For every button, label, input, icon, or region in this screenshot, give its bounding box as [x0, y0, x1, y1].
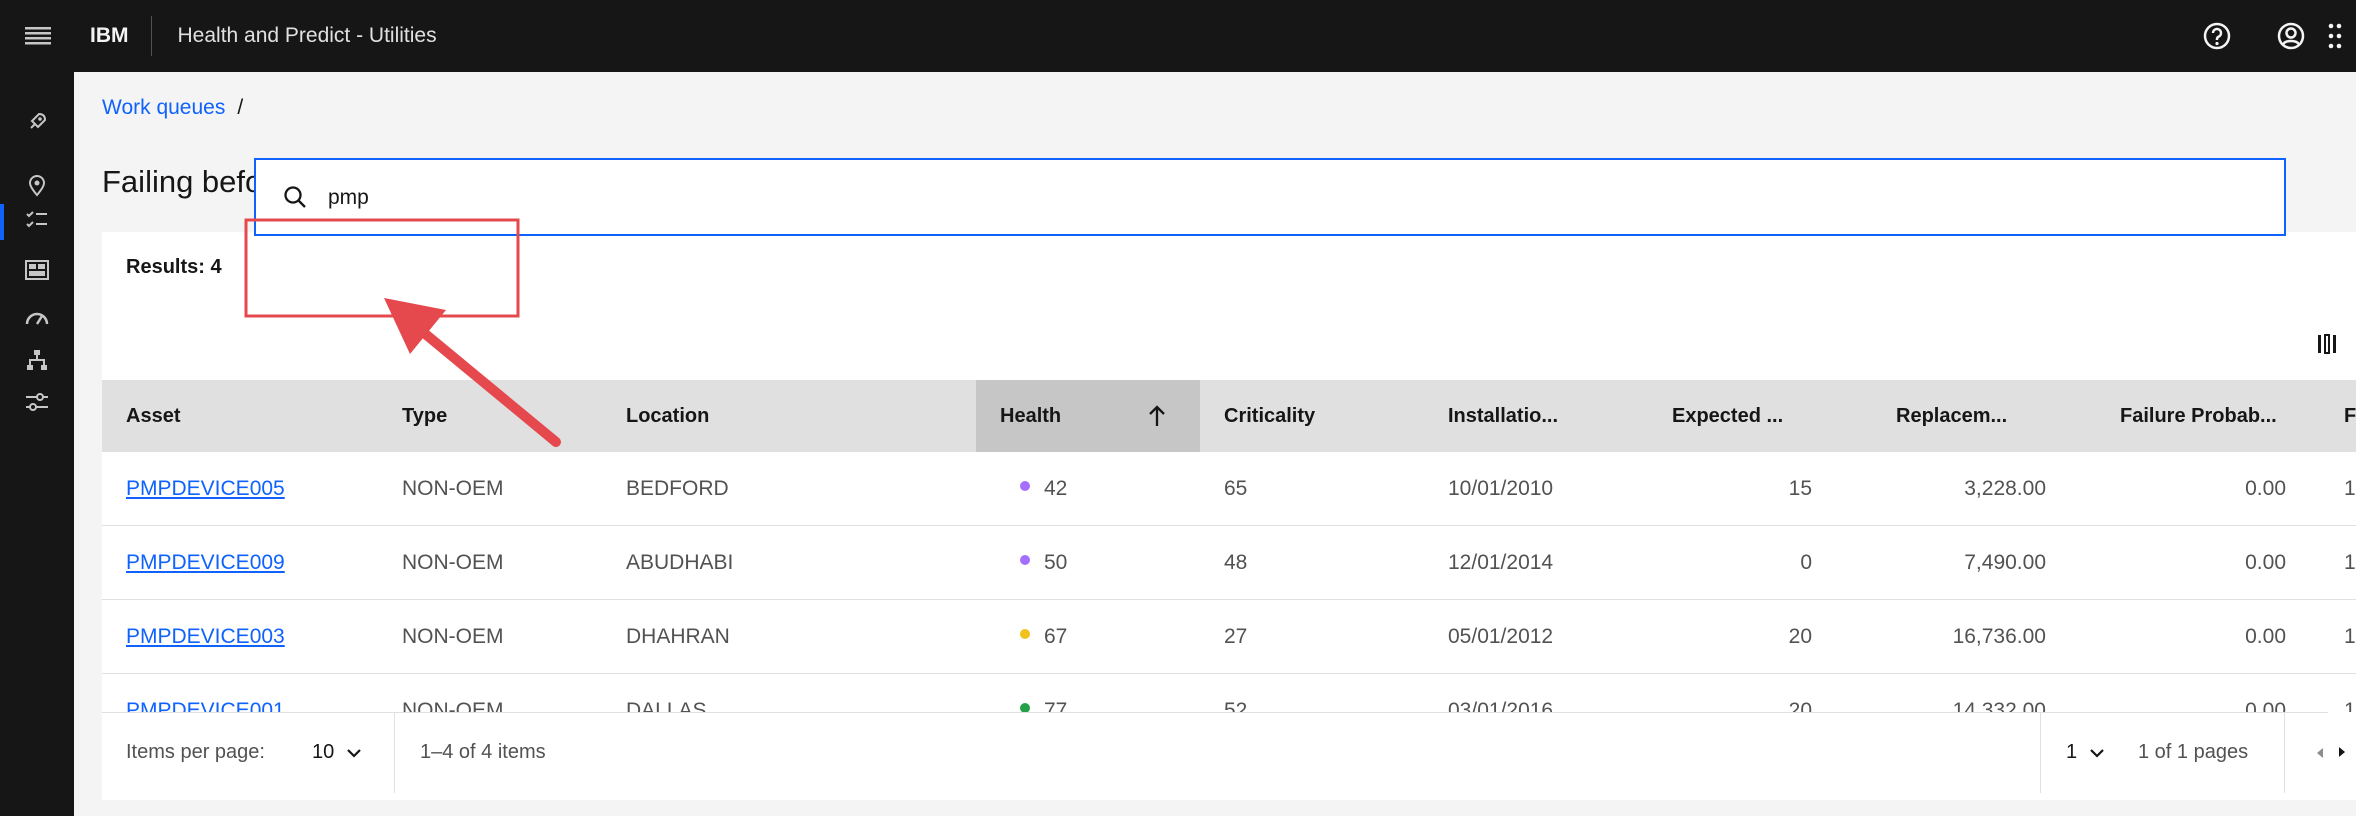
help-icon[interactable] — [2180, 0, 2254, 72]
health-status-dot — [1020, 555, 1030, 565]
health-status-dot — [1020, 481, 1030, 491]
chevron-down-icon — [2090, 748, 2104, 758]
replacement-cell: 7,490.00 — [1964, 551, 2046, 574]
pagination: Items per page: 10 1–4 of 4 items 1 1 of… — [102, 712, 2356, 793]
failure-probability-cell: 0.00 — [2245, 477, 2286, 500]
dashboard-icon[interactable] — [0, 250, 74, 290]
breadcrumb-separator: / — [237, 96, 244, 119]
replacement-cell: 3,228.00 — [1964, 477, 2046, 500]
health-cell: 50 — [1020, 526, 1067, 600]
truncated-cell: 1 — [2344, 551, 2356, 574]
top-header: IBM Health and Predict - Utilities — [0, 0, 2356, 72]
results-count: Results: 4 — [126, 256, 222, 278]
column-header-type[interactable]: Type — [402, 380, 542, 452]
main-content: Work queues / Failing before PM Results:… — [74, 72, 2356, 816]
items-per-page-label: Items per page: — [126, 741, 265, 763]
table-header: Asset Type Location Health Criticality I… — [102, 380, 2356, 452]
health-cell: 42 — [1020, 452, 1067, 526]
installation-cell: 12/01/2014 — [1448, 551, 1554, 574]
column-header-location[interactable]: Location — [626, 380, 766, 452]
page-number-select[interactable]: 1 — [2066, 741, 2105, 764]
task-list-icon[interactable] — [0, 200, 74, 240]
asset-link[interactable]: PMPDEVICE009 — [126, 551, 285, 575]
health-value: 42 — [1044, 477, 1068, 500]
table-row[interactable]: PMPDEVICE009 NON-OEM ABUDHABI 50 48 12/0… — [102, 526, 2356, 600]
column-header-criticality[interactable]: Criticality — [1224, 380, 1404, 452]
breadcrumb: Work queues / — [102, 96, 243, 120]
user-avatar-icon[interactable] — [2254, 0, 2328, 72]
location-cell: BEDFORD — [626, 477, 729, 500]
side-navigation — [0, 72, 74, 816]
health-value: 50 — [1044, 551, 1068, 574]
pager-divider — [394, 713, 395, 793]
column-header-installation[interactable]: Installatio... — [1448, 380, 1638, 452]
breadcrumb-work-queues-link[interactable]: Work queues — [102, 96, 225, 120]
installation-cell: 05/01/2012 — [1448, 625, 1554, 648]
header-actions — [2180, 0, 2356, 72]
chevron-down-icon — [347, 748, 362, 758]
app-switcher-icon[interactable] — [2328, 0, 2356, 72]
expected-cell: 20 — [1788, 625, 1812, 648]
column-header-failure-probability[interactable]: Failure Probab... — [2120, 380, 2320, 452]
search-icon — [282, 184, 310, 212]
menu-icon[interactable] — [0, 0, 76, 72]
column-header-health-label: Health — [1000, 404, 1062, 427]
brand-name[interactable]: IBM — [76, 16, 152, 56]
column-header-asset[interactable]: Asset — [126, 380, 396, 452]
health-cell: 67 — [1020, 600, 1067, 674]
criticality-cell: 48 — [1224, 551, 1248, 574]
pager-divider — [2040, 713, 2041, 793]
location-cell: ABUDHABI — [626, 551, 734, 574]
table-row[interactable]: PMPDEVICE005 NON-OEM BEDFORD 42 65 10/01… — [102, 452, 2356, 526]
sort-ascending-icon[interactable] — [1146, 404, 1168, 428]
items-per-page-value: 10 — [312, 741, 335, 763]
column-header-truncated[interactable]: F — [2344, 380, 2356, 452]
type-cell: NON-OEM — [402, 551, 504, 574]
installation-cell: 10/01/2010 — [1448, 477, 1554, 500]
column-header-replacement[interactable]: Replacem... — [1896, 380, 2086, 452]
item-range: 1–4 of 4 items — [420, 741, 546, 763]
product-name: Health and Predict - Utilities — [177, 24, 437, 47]
rocket-icon[interactable] — [0, 102, 74, 142]
type-cell: NON-OEM — [402, 477, 504, 500]
meter-icon[interactable] — [0, 298, 74, 338]
failure-probability-cell: 0.00 — [2245, 625, 2286, 648]
criticality-cell: 65 — [1224, 477, 1248, 500]
health-value: 67 — [1044, 625, 1068, 648]
replacement-cell: 16,736.00 — [1952, 625, 2046, 648]
settings-adjust-icon[interactable] — [0, 382, 74, 422]
truncated-cell: 1 — [2344, 477, 2356, 500]
asset-link[interactable]: PMPDEVICE003 — [126, 625, 285, 649]
truncated-cell: 1 — [2344, 625, 2356, 648]
page-count: 1 of 1 pages — [2138, 741, 2249, 763]
caret-left-icon — [2317, 748, 2323, 758]
column-settings-icon[interactable] — [2316, 332, 2346, 362]
next-page-button[interactable] — [2328, 712, 2356, 792]
expected-cell: 0 — [1800, 551, 1812, 574]
hierarchy-icon[interactable] — [0, 340, 74, 380]
search-input[interactable] — [328, 174, 2228, 222]
asset-link[interactable]: PMPDEVICE005 — [126, 477, 285, 501]
page-number-value: 1 — [2066, 741, 2078, 763]
health-status-dot — [1020, 629, 1030, 639]
search-field[interactable] — [254, 158, 2286, 236]
expected-cell: 15 — [1788, 477, 1812, 500]
criticality-cell: 27 — [1224, 625, 1248, 648]
column-header-expected[interactable]: Expected ... — [1672, 380, 1862, 452]
type-cell: NON-OEM — [402, 625, 504, 648]
items-per-page-select[interactable]: 10 — [312, 741, 362, 764]
column-header-health[interactable]: Health — [976, 380, 1200, 452]
caret-right-icon — [2339, 747, 2345, 757]
table-row[interactable]: PMPDEVICE003 NON-OEM DHAHRAN 67 27 05/01… — [102, 600, 2356, 674]
failure-probability-cell: 0.00 — [2245, 551, 2286, 574]
location-cell: DHAHRAN — [626, 625, 730, 648]
